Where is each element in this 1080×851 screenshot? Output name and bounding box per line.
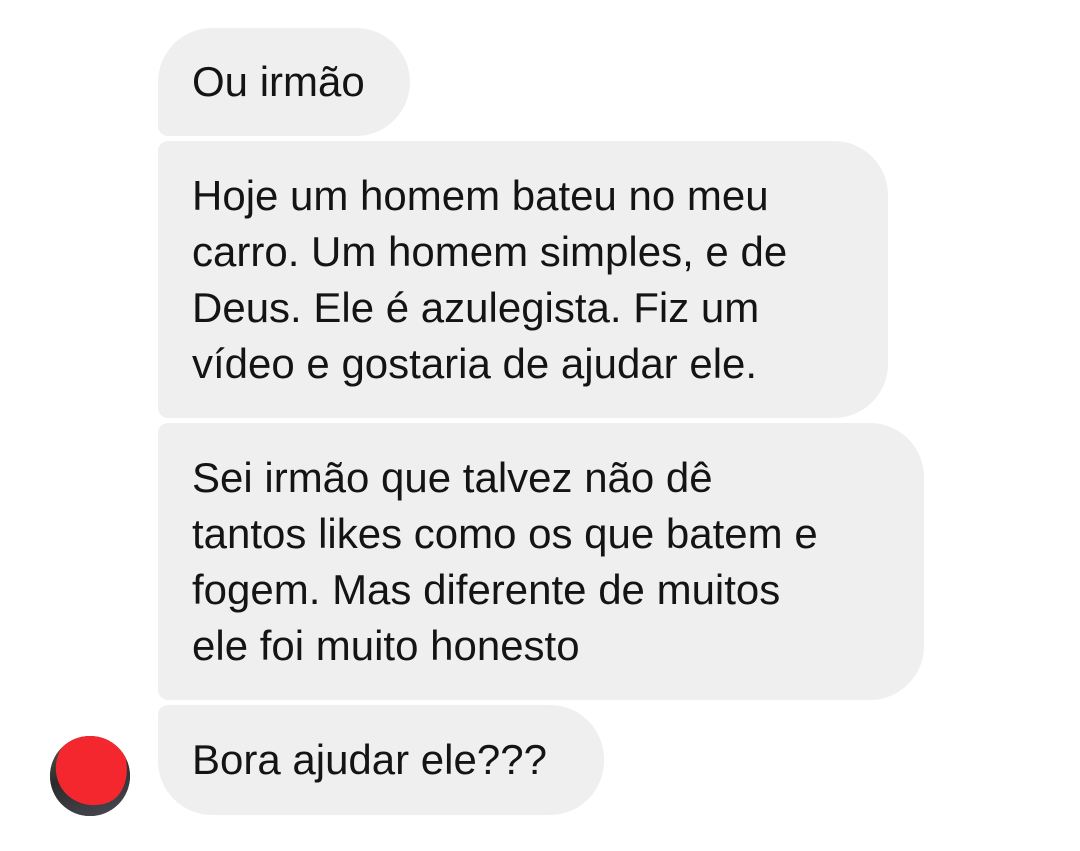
message-bubble[interactable]: Bora ajudar ele???	[158, 705, 604, 815]
message-bubble[interactable]: Hoje um homem bateu no meu carro. Um hom…	[158, 141, 888, 418]
sender-avatar[interactable]	[50, 736, 130, 816]
message-bubble[interactable]: Sei irmão que talvez não dê tantos likes…	[158, 423, 924, 700]
message-bubble[interactable]: Ou irmão	[158, 28, 410, 136]
